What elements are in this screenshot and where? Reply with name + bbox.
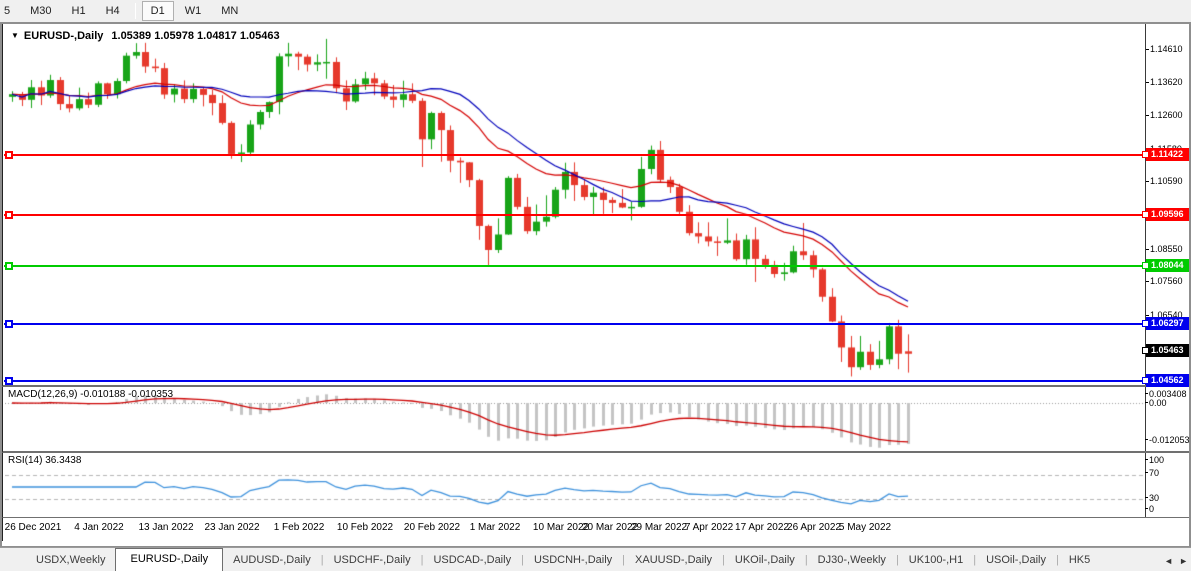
symbol-name: EURUSD-,Daily xyxy=(24,30,103,42)
time-axis-label: 10 Feb 2022 xyxy=(330,522,400,533)
ohlc-values: 1.05389 1.05978 1.04817 1.05463 xyxy=(111,30,279,42)
tag-notch-icon xyxy=(1142,211,1149,218)
main-chart-canvas[interactable] xyxy=(5,29,1148,385)
chart-tab-uk100-h1[interactable]: UK100-,H1 xyxy=(899,550,973,571)
chart-tab-usdcad-daily[interactable]: USDCAD-,Daily xyxy=(423,550,521,571)
price-axis-tick: 1.08550 xyxy=(1150,244,1183,255)
price-level-tag: 1.11422 xyxy=(1146,148,1189,161)
chart-tab-ukoil-daily[interactable]: UKOil-,Daily xyxy=(725,550,805,571)
price-axis: 1.146101.136201.126001.115801.105901.085… xyxy=(1145,24,1189,385)
chart-tab-xauusd-daily[interactable]: XAUUSD-,Daily xyxy=(625,550,722,571)
chart-tab-usoil-daily[interactable]: USOil-,Daily xyxy=(976,550,1056,571)
price-level-line-1.08044[interactable] xyxy=(4,265,1145,267)
price-level-tag: 1.09596 xyxy=(1146,208,1189,221)
macd-name: MACD(12,26,9) xyxy=(8,389,77,400)
price-level-line-1.04562[interactable] xyxy=(4,380,1145,382)
tag-notch-icon xyxy=(1142,320,1149,327)
macd-values: -0.010188 -0.010353 xyxy=(80,389,173,400)
line-drag-handle[interactable] xyxy=(5,211,13,219)
tag-notch-icon xyxy=(1142,377,1149,384)
price-axis-tick: 1.12600 xyxy=(1150,110,1183,121)
line-drag-handle[interactable] xyxy=(5,151,13,159)
mt4-window: 5M30H1H4 D1W1MN ▼ EURUSD-,Daily 1.05389 1.0… xyxy=(0,0,1191,571)
time-axis-label: 26 Dec 2021 xyxy=(0,522,68,533)
chart-tab-hk5[interactable]: HK5 xyxy=(1059,550,1100,571)
time-axis-label: 5 May 2022 xyxy=(830,522,900,533)
time-axis-label: 23 Jan 2022 xyxy=(197,522,267,533)
timeframe-button-M30[interactable]: M30 xyxy=(21,1,60,21)
line-drag-handle[interactable] xyxy=(5,262,13,270)
rsi-axis: 100 70 30 0 xyxy=(1145,453,1189,517)
chart-tab-usdchf-daily[interactable]: USDCHF-,Daily xyxy=(324,550,421,571)
chart-tab-usdx-weekly[interactable]: USDX,Weekly xyxy=(26,550,115,571)
rsi-panel: RSI(14) 36.3438 100 70 30 0 xyxy=(2,453,1189,518)
time-axis-label: 4 Jan 2022 xyxy=(64,522,134,533)
rsi-label: RSI(14) 36.3438 xyxy=(8,455,81,466)
rsi-name: RSI(14) xyxy=(8,455,42,466)
toolbar-separator xyxy=(135,3,136,19)
chart-tabs-bar: USDX,WeeklyEURUSD-,DailyAUDUSD-,Daily|US… xyxy=(0,547,1191,571)
tab-scroll-arrows: ◄► xyxy=(1158,556,1188,566)
tag-notch-icon xyxy=(1142,151,1149,158)
line-drag-handle[interactable] xyxy=(5,320,13,328)
price-level-tag: 1.06297 xyxy=(1146,317,1189,330)
chart-tab-dj30-weekly[interactable]: DJ30-,Weekly xyxy=(808,550,896,571)
timeframe-button-5[interactable]: 5 xyxy=(1,1,19,21)
rsi-canvas[interactable] xyxy=(5,454,1148,518)
rsi-scale-0: 0 xyxy=(1149,504,1154,514)
rsi-scale-70: 70 xyxy=(1149,468,1159,478)
time-axis: 26 Dec 20214 Jan 202213 Jan 202223 Jan 2… xyxy=(2,518,1189,541)
price-level-line-1.06297[interactable] xyxy=(4,323,1145,325)
chart-tab-audusd-daily[interactable]: AUDUSD-,Daily xyxy=(223,550,321,571)
price-level-tag: 1.08044 xyxy=(1146,259,1189,272)
macd-label: MACD(12,26,9) -0.010188 -0.010353 xyxy=(8,389,173,400)
macd-scale-zero: 0.00 xyxy=(1149,398,1167,408)
timeframe-button-H1[interactable]: H1 xyxy=(63,1,95,21)
symbol-dropdown-icon[interactable]: ▼ xyxy=(11,31,19,40)
chart-frame: ▼ EURUSD-,Daily 1.05389 1.05978 1.04817 1.… xyxy=(0,22,1191,547)
price-level-line-1.09596[interactable] xyxy=(4,214,1145,216)
scroll-tabs-right-button[interactable]: ► xyxy=(1179,556,1188,566)
rsi-scale-100: 100 xyxy=(1149,455,1164,465)
scroll-tabs-left-button[interactable]: ◄ xyxy=(1164,556,1173,566)
price-axis-tick: 1.13620 xyxy=(1150,77,1183,88)
price-level-line-1.11422[interactable] xyxy=(4,154,1145,156)
timeframe-button-W1[interactable]: W1 xyxy=(176,1,211,21)
rsi-value: 36.3438 xyxy=(45,455,81,466)
time-axis-label: 13 Jan 2022 xyxy=(131,522,201,533)
rsi-scale-30: 30 xyxy=(1149,493,1159,503)
tag-notch-icon xyxy=(1142,262,1149,269)
macd-axis: 0.003408 0.00 -0.012053 xyxy=(1145,387,1189,451)
timeframe-button-MN[interactable]: MN xyxy=(212,1,247,21)
price-axis-tick: 1.14610 xyxy=(1150,44,1183,55)
timeframe-button-H4[interactable]: H4 xyxy=(97,1,129,21)
time-axis-label: 1 Mar 2022 xyxy=(460,522,530,533)
tag-notch-icon xyxy=(1142,347,1149,354)
time-axis-label: 1 Feb 2022 xyxy=(264,522,334,533)
line-drag-handle[interactable] xyxy=(5,377,13,385)
time-axis-label: 20 Feb 2022 xyxy=(397,522,467,533)
price-axis-tick: 1.10590 xyxy=(1150,176,1183,187)
main-chart-panel: ▼ EURUSD-,Daily 1.05389 1.05978 1.04817 1.… xyxy=(2,24,1189,387)
macd-canvas[interactable] xyxy=(5,388,1148,452)
macd-panel: MACD(12,26,9) -0.010188 -0.010353 0.0034… xyxy=(2,387,1189,453)
price-level-tag: 1.04562 xyxy=(1146,374,1189,387)
timeframe-button-D1[interactable]: D1 xyxy=(142,1,174,21)
chart-tab-usdcnh-daily[interactable]: USDCNH-,Daily xyxy=(524,550,622,571)
current-price-tag: 1.05463 xyxy=(1146,344,1189,357)
chart-title: ▼ EURUSD-,Daily 1.05389 1.05978 1.04817 1.… xyxy=(11,30,280,42)
chart-tab-eurusd-daily[interactable]: EURUSD-,Daily xyxy=(115,548,223,571)
price-axis-tick: 1.07560 xyxy=(1150,276,1183,287)
macd-scale-min: -0.012053 xyxy=(1149,435,1190,445)
timeframe-toolbar: 5M30H1H4 D1W1MN xyxy=(0,0,1191,22)
